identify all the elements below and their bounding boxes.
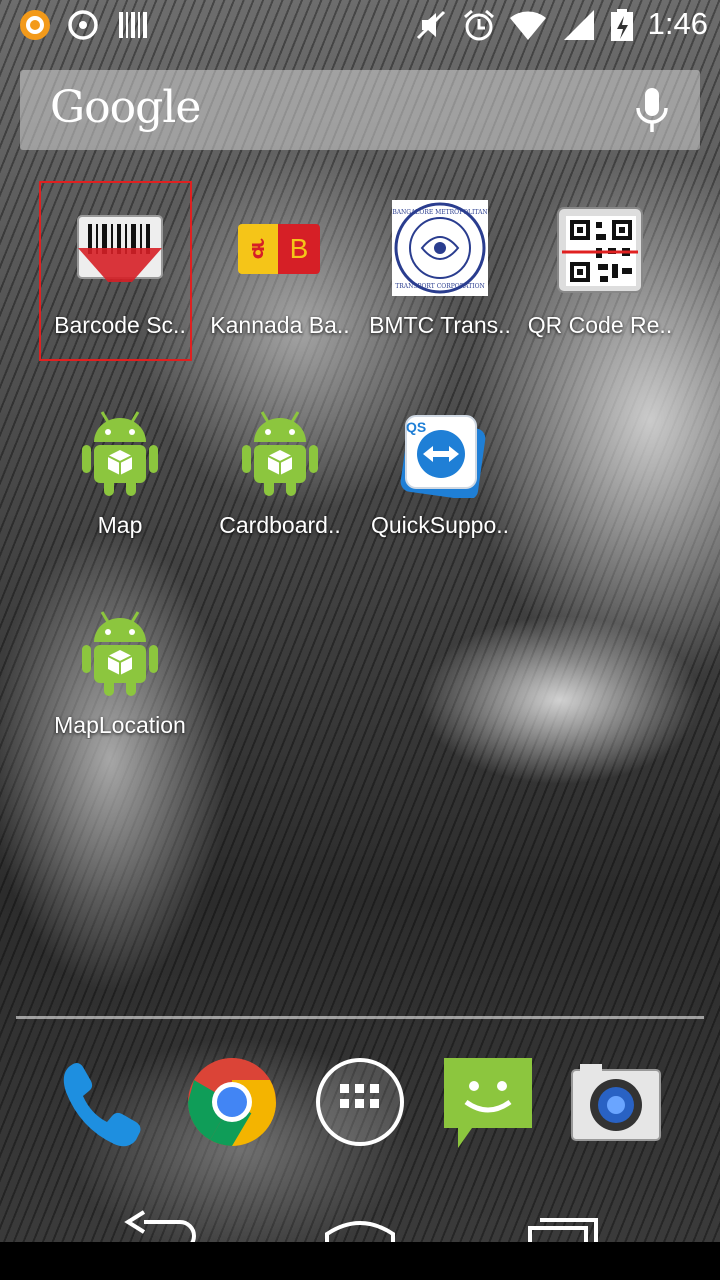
mic-icon[interactable] <box>632 86 672 136</box>
bmtc-emblem-top-text: BANGALORE METROPOLITAN <box>392 209 487 216</box>
android-icon <box>82 411 158 496</box>
app-label: Map <box>97 512 143 538</box>
chrome-icon[interactable] <box>182 1052 282 1152</box>
dock-divider <box>16 1016 704 1019</box>
app-kannada[interactable]: ಕ B Kannada Ba.. <box>200 182 360 362</box>
app-notification-icon <box>20 10 50 40</box>
kannada-icon: ಕ B <box>238 224 320 274</box>
battery-charging-icon <box>611 9 633 41</box>
selection-highlight <box>39 181 192 361</box>
android-icon <box>242 411 318 496</box>
bmtc-icon: BANGALORE METROPOLITAN TRANSPORT CORPORA… <box>392 200 488 296</box>
clock: 1:46 <box>647 6 708 41</box>
barcode-notification-icon <box>119 12 147 38</box>
app-bmtc[interactable]: BANGALORE METROPOLITAN TRANSPORT CORPORA… <box>360 182 520 362</box>
app-map[interactable]: Map <box>40 382 200 562</box>
teamviewer-icon: QS <box>400 415 486 498</box>
camera-icon[interactable] <box>566 1052 666 1152</box>
app-label: BMTC Trans.. <box>369 312 511 338</box>
messaging-icon[interactable] <box>438 1052 538 1152</box>
quicksupport-badge: QS <box>406 419 426 435</box>
mute-icon <box>416 10 446 40</box>
app-label: QR Code Re.. <box>527 312 673 338</box>
app-label: QuickSuppo.. <box>370 512 510 538</box>
sync-icon <box>68 10 98 40</box>
app-cardboard[interactable]: Cardboard.. <box>200 382 360 562</box>
google-logo: Google <box>50 82 201 133</box>
app-label: Kannada Ba.. <box>210 312 350 338</box>
kannada-glyph: ಕ <box>238 224 278 274</box>
app-maplocation[interactable]: MapLocation <box>40 582 200 762</box>
qr-code-icon <box>557 207 643 293</box>
phone-icon[interactable] <box>52 1052 152 1152</box>
kannada-b-glyph: B <box>278 224 320 274</box>
google-search-bar[interactable]: Google <box>20 70 700 150</box>
app-drawer-icon[interactable] <box>310 1052 410 1152</box>
wifi-icon <box>510 11 546 40</box>
navigation-bar-bottom <box>0 1242 720 1280</box>
app-quicksupport[interactable]: QS QuickSuppo.. <box>360 382 520 562</box>
android-icon <box>82 611 158 696</box>
app-label: MapLocation <box>54 712 186 738</box>
bmtc-emblem-bottom-text: TRANSPORT CORPORATION <box>395 283 485 290</box>
signal-icon <box>564 10 594 40</box>
status-bar: 1:46 <box>0 0 720 50</box>
alarm-icon <box>464 9 494 41</box>
app-qr-code-reader[interactable]: QR Code Re.. <box>520 182 680 362</box>
app-label: Cardboard.. <box>219 512 341 538</box>
